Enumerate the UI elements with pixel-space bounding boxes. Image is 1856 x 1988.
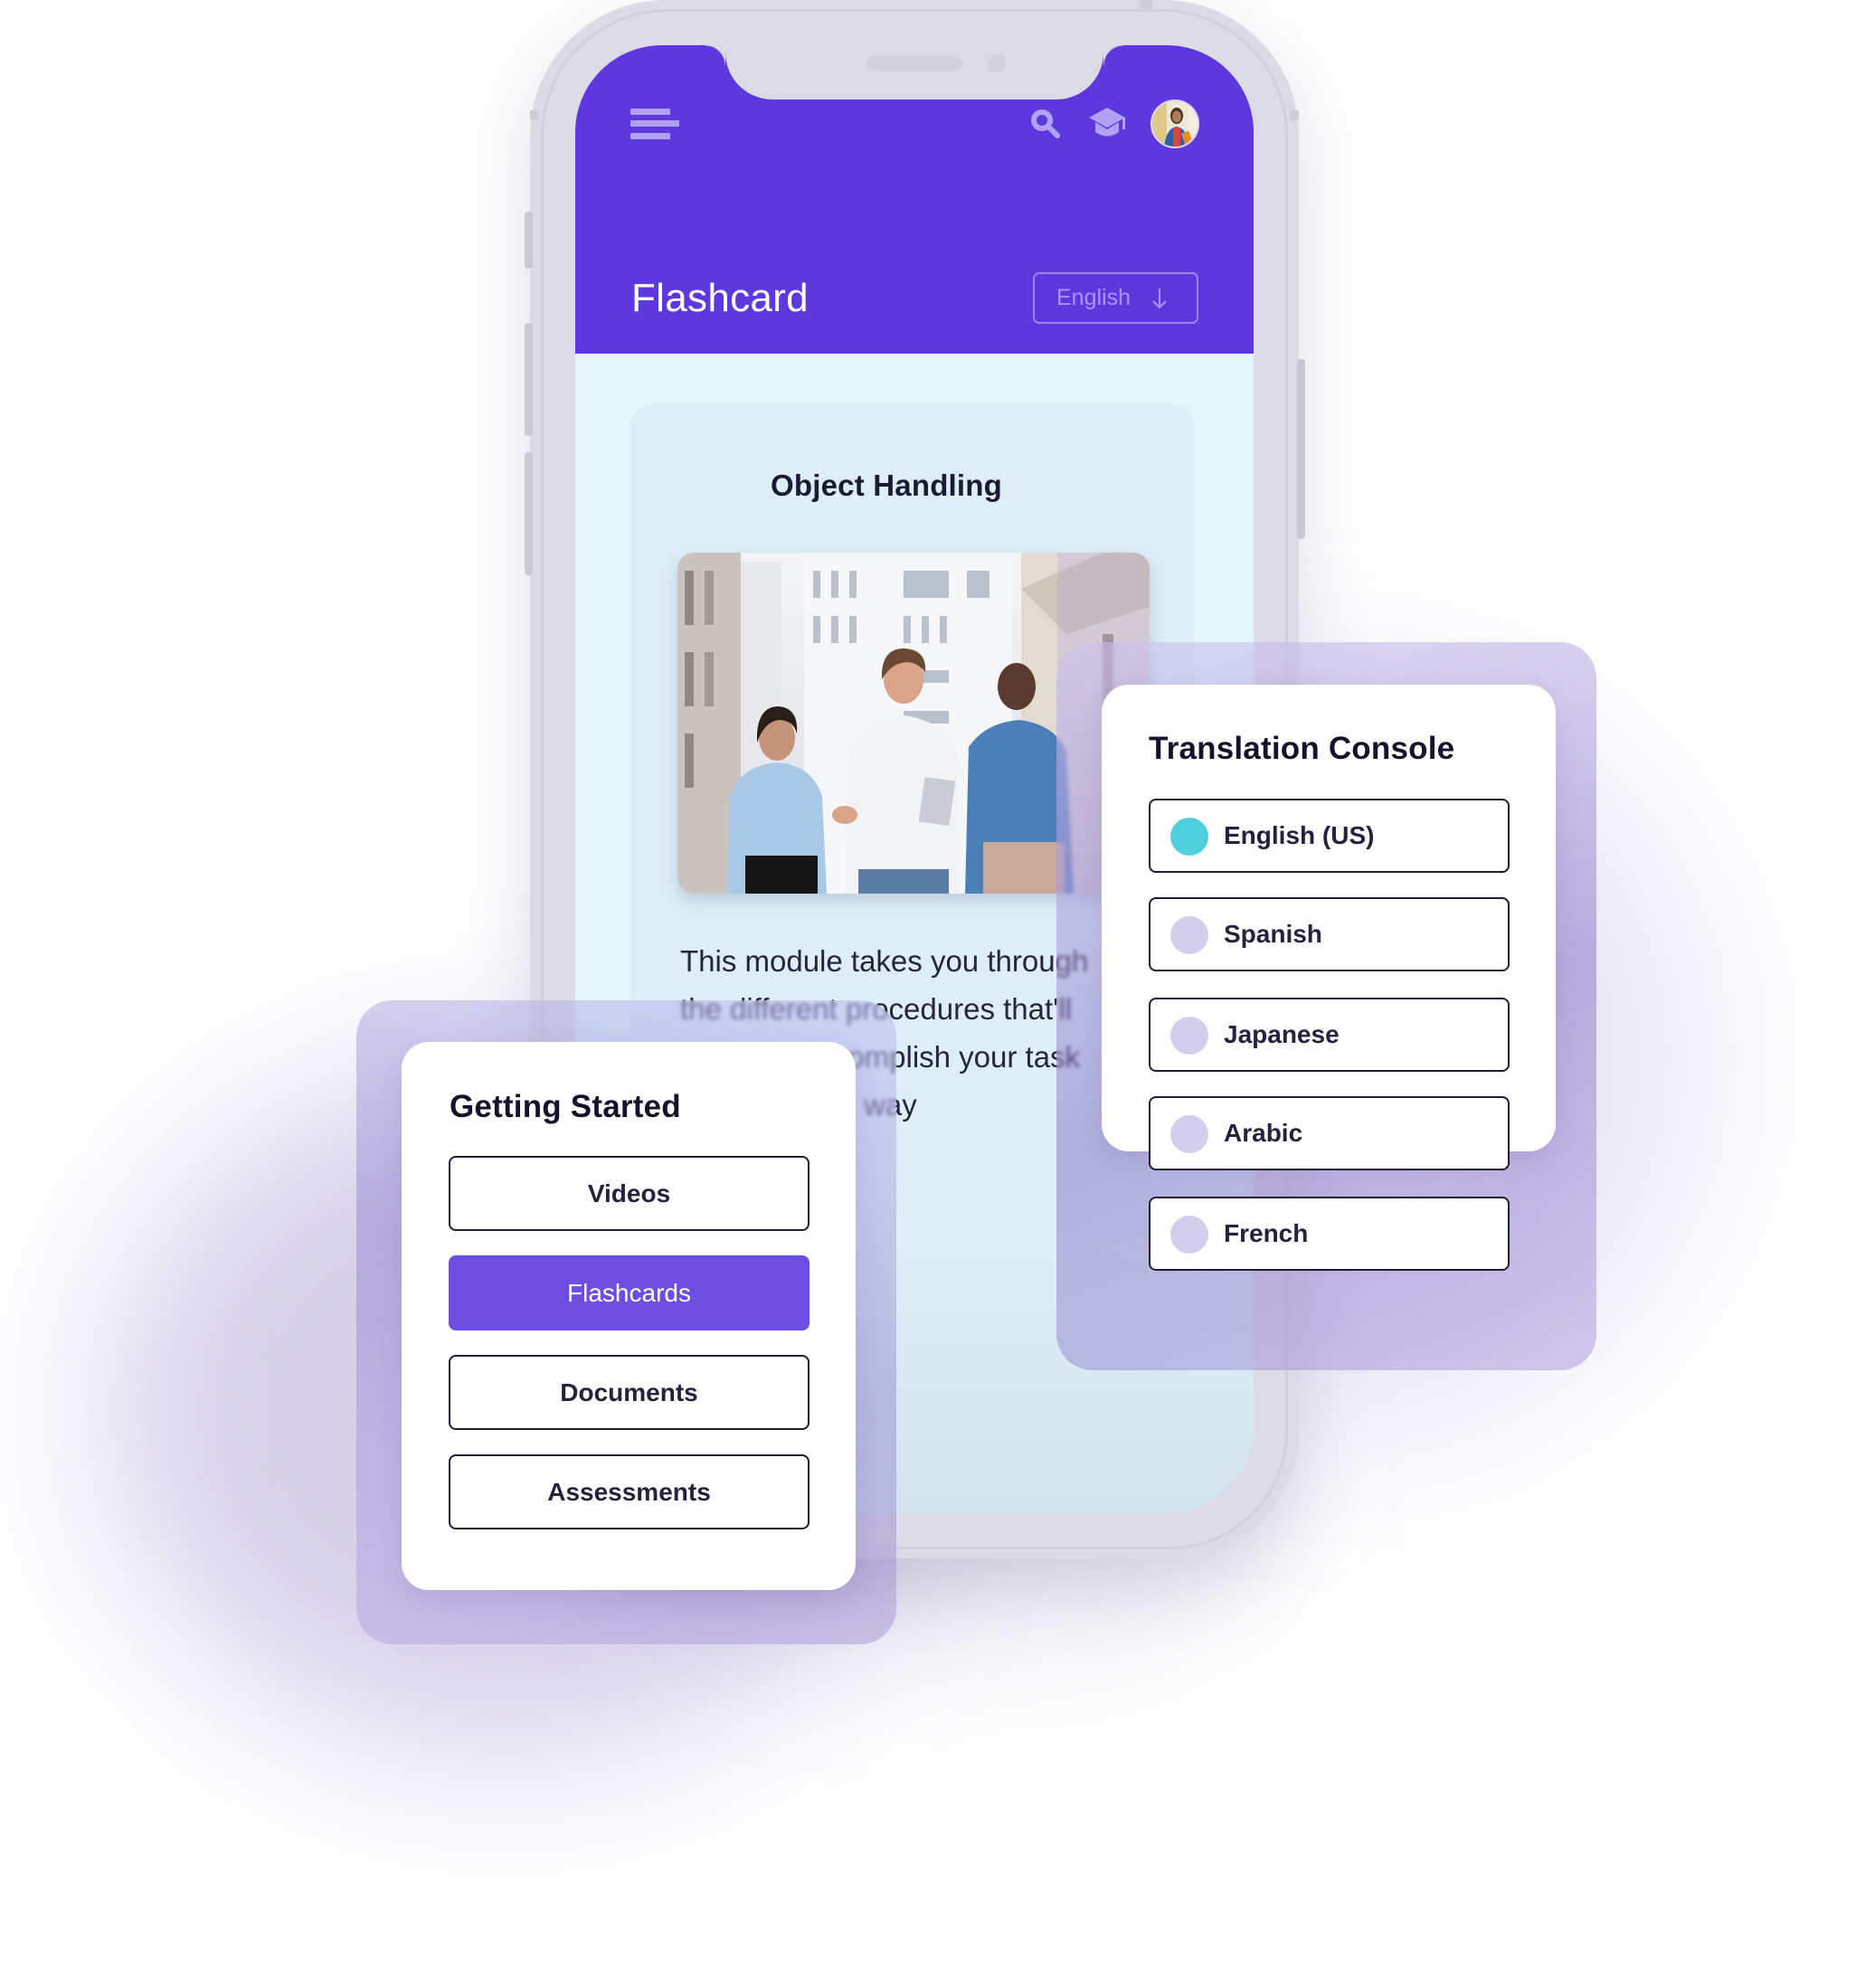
radio-unselected-icon [1170,1216,1208,1254]
radio-unselected-icon [1170,1115,1208,1153]
language-option-spanish[interactable]: Spanish [1149,897,1510,971]
arrow-down-icon [1152,288,1167,308]
volume-down-button [525,452,533,575]
flashcard-title: Object Handling [771,469,1003,502]
antenna-line [1140,0,1152,9]
documents-button[interactable]: Documents [449,1355,810,1430]
radio-selected-icon [1170,818,1208,856]
flashcards-button[interactable]: Flashcards [449,1255,810,1330]
phone-notch [705,45,1123,99]
translation-console-title: Translation Console [1149,731,1455,766]
language-option-label: Japanese [1224,1020,1340,1048]
videos-button[interactable]: Videos [449,1156,810,1231]
speaker-grille [866,56,962,71]
power-button [1297,359,1305,539]
volume-up-button [525,323,533,436]
getting-started-panel: Getting Started Videos Flashcards Docume… [402,1042,856,1590]
radio-unselected-icon [1170,916,1208,954]
language-option-label: French [1224,1219,1309,1247]
antenna-line [1290,110,1299,120]
hamburger-menu-icon[interactable] [630,108,681,140]
graduation-cap-icon[interactable] [1087,106,1127,142]
language-option-japanese[interactable]: Japanese [1149,998,1510,1072]
language-dropdown-label: English [1056,285,1131,310]
language-option-label: Arabic [1224,1119,1303,1147]
page-title: Flashcard [631,276,809,320]
language-option-label: English (US) [1224,821,1375,849]
flashcards-button-label: Flashcards [567,1278,691,1307]
documents-button-label: Documents [560,1377,698,1406]
getting-started-title: Getting Started [450,1089,681,1124]
language-dropdown-button[interactable]: English [1033,272,1198,324]
assessments-button[interactable]: Assessments [449,1454,810,1529]
translation-console: Translation Console English (US) Spanish… [1102,685,1556,1271]
front-camera [988,54,1006,72]
antenna-line [530,110,539,120]
language-option-french[interactable]: French [1149,1197,1510,1271]
user-avatar[interactable] [1151,99,1199,148]
assessments-button-label: Assessments [547,1477,711,1506]
language-option-label: Spanish [1224,920,1322,948]
search-icon[interactable] [1029,108,1062,140]
videos-button-label: Videos [587,1179,671,1207]
mute-switch [525,212,533,269]
language-option-english-us[interactable]: English (US) [1149,799,1510,873]
radio-unselected-icon [1170,1017,1208,1055]
language-option-arabic[interactable]: Arabic [1149,1096,1510,1170]
